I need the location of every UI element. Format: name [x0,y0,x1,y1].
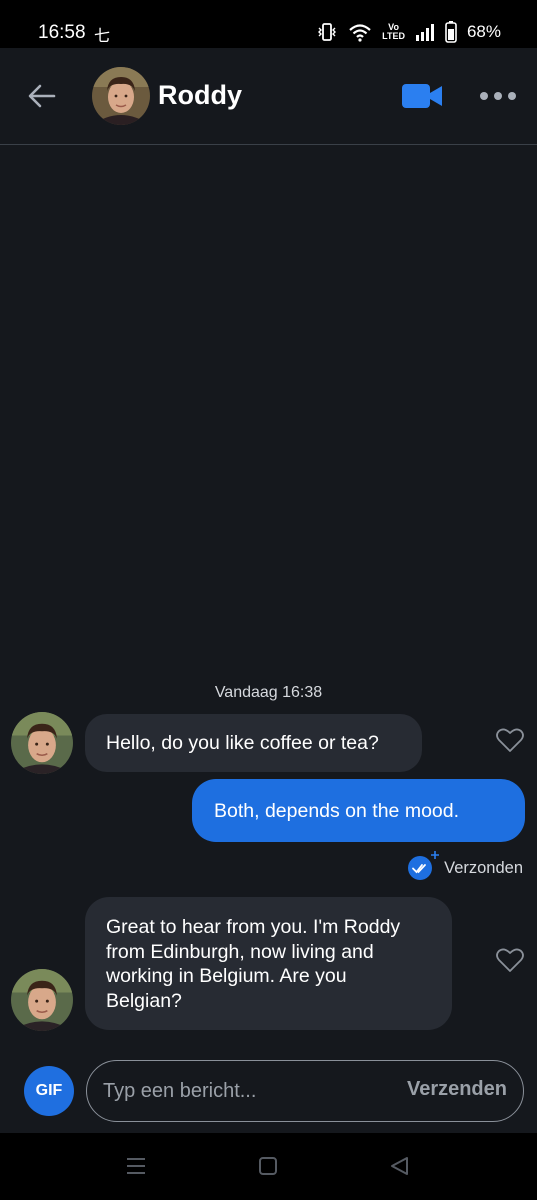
signal-icon [415,24,434,41]
status-time: 16:58 [38,22,86,43]
video-camera-icon[interactable] [400,82,444,110]
message-input[interactable] [103,1075,373,1107]
double-check-icon [408,851,440,880]
chat-screen: Roddy Vandaag 16:38 Hello, do you like c… [0,48,537,1133]
message-bubble-incoming[interactable]: Hello, do you like coffee or tea? [85,714,422,772]
chat-header: Roddy [0,48,537,145]
sender-avatar[interactable] [11,712,73,774]
date-stamp: Vandaag 16:38 [214,684,323,701]
heart-icon[interactable] [495,726,525,754]
contact-avatar[interactable] [92,67,150,125]
more-dots-icon[interactable] [480,90,516,102]
recent-apps-icon[interactable] [124,1155,148,1177]
message-text: Hello, do you like coffee or tea? [106,732,379,754]
status-icons: Vo LTED 68% [316,20,501,44]
message-bubble-outgoing[interactable]: Both, depends on the mood. [192,779,525,842]
message-text: Great to hear from you. I'm Roddy from E… [106,916,401,1012]
home-icon[interactable] [256,1155,280,1177]
battery-icon [445,21,457,43]
back-icon[interactable] [388,1155,412,1177]
sent-label: Verzonden [444,858,523,877]
sent-status: Verzonden [408,851,523,880]
system-nav-bar [0,1133,537,1200]
message-text: Both, depends on the mood. [214,800,460,822]
heart-icon[interactable] [495,946,525,974]
wifi-icon [349,24,371,42]
contact-name[interactable]: Roddy [158,80,242,111]
vibrate-icon [318,23,337,41]
gif-button[interactable]: GIF [24,1066,74,1116]
sender-avatar[interactable] [11,969,73,1031]
back-arrow-icon[interactable] [26,82,58,110]
send-button[interactable]: Verzenden [407,1078,507,1101]
status-bar: 16:58 七 Vo LTED 68% [0,0,537,48]
message-bubble-incoming[interactable]: Great to hear from you. I'm Roddy from E… [85,897,452,1030]
volte-indicator: Vo LTED [382,22,405,41]
message-composer: Verzenden [86,1060,524,1122]
notification-icon: 七 [94,26,111,45]
battery-percent: 68% [466,22,501,41]
